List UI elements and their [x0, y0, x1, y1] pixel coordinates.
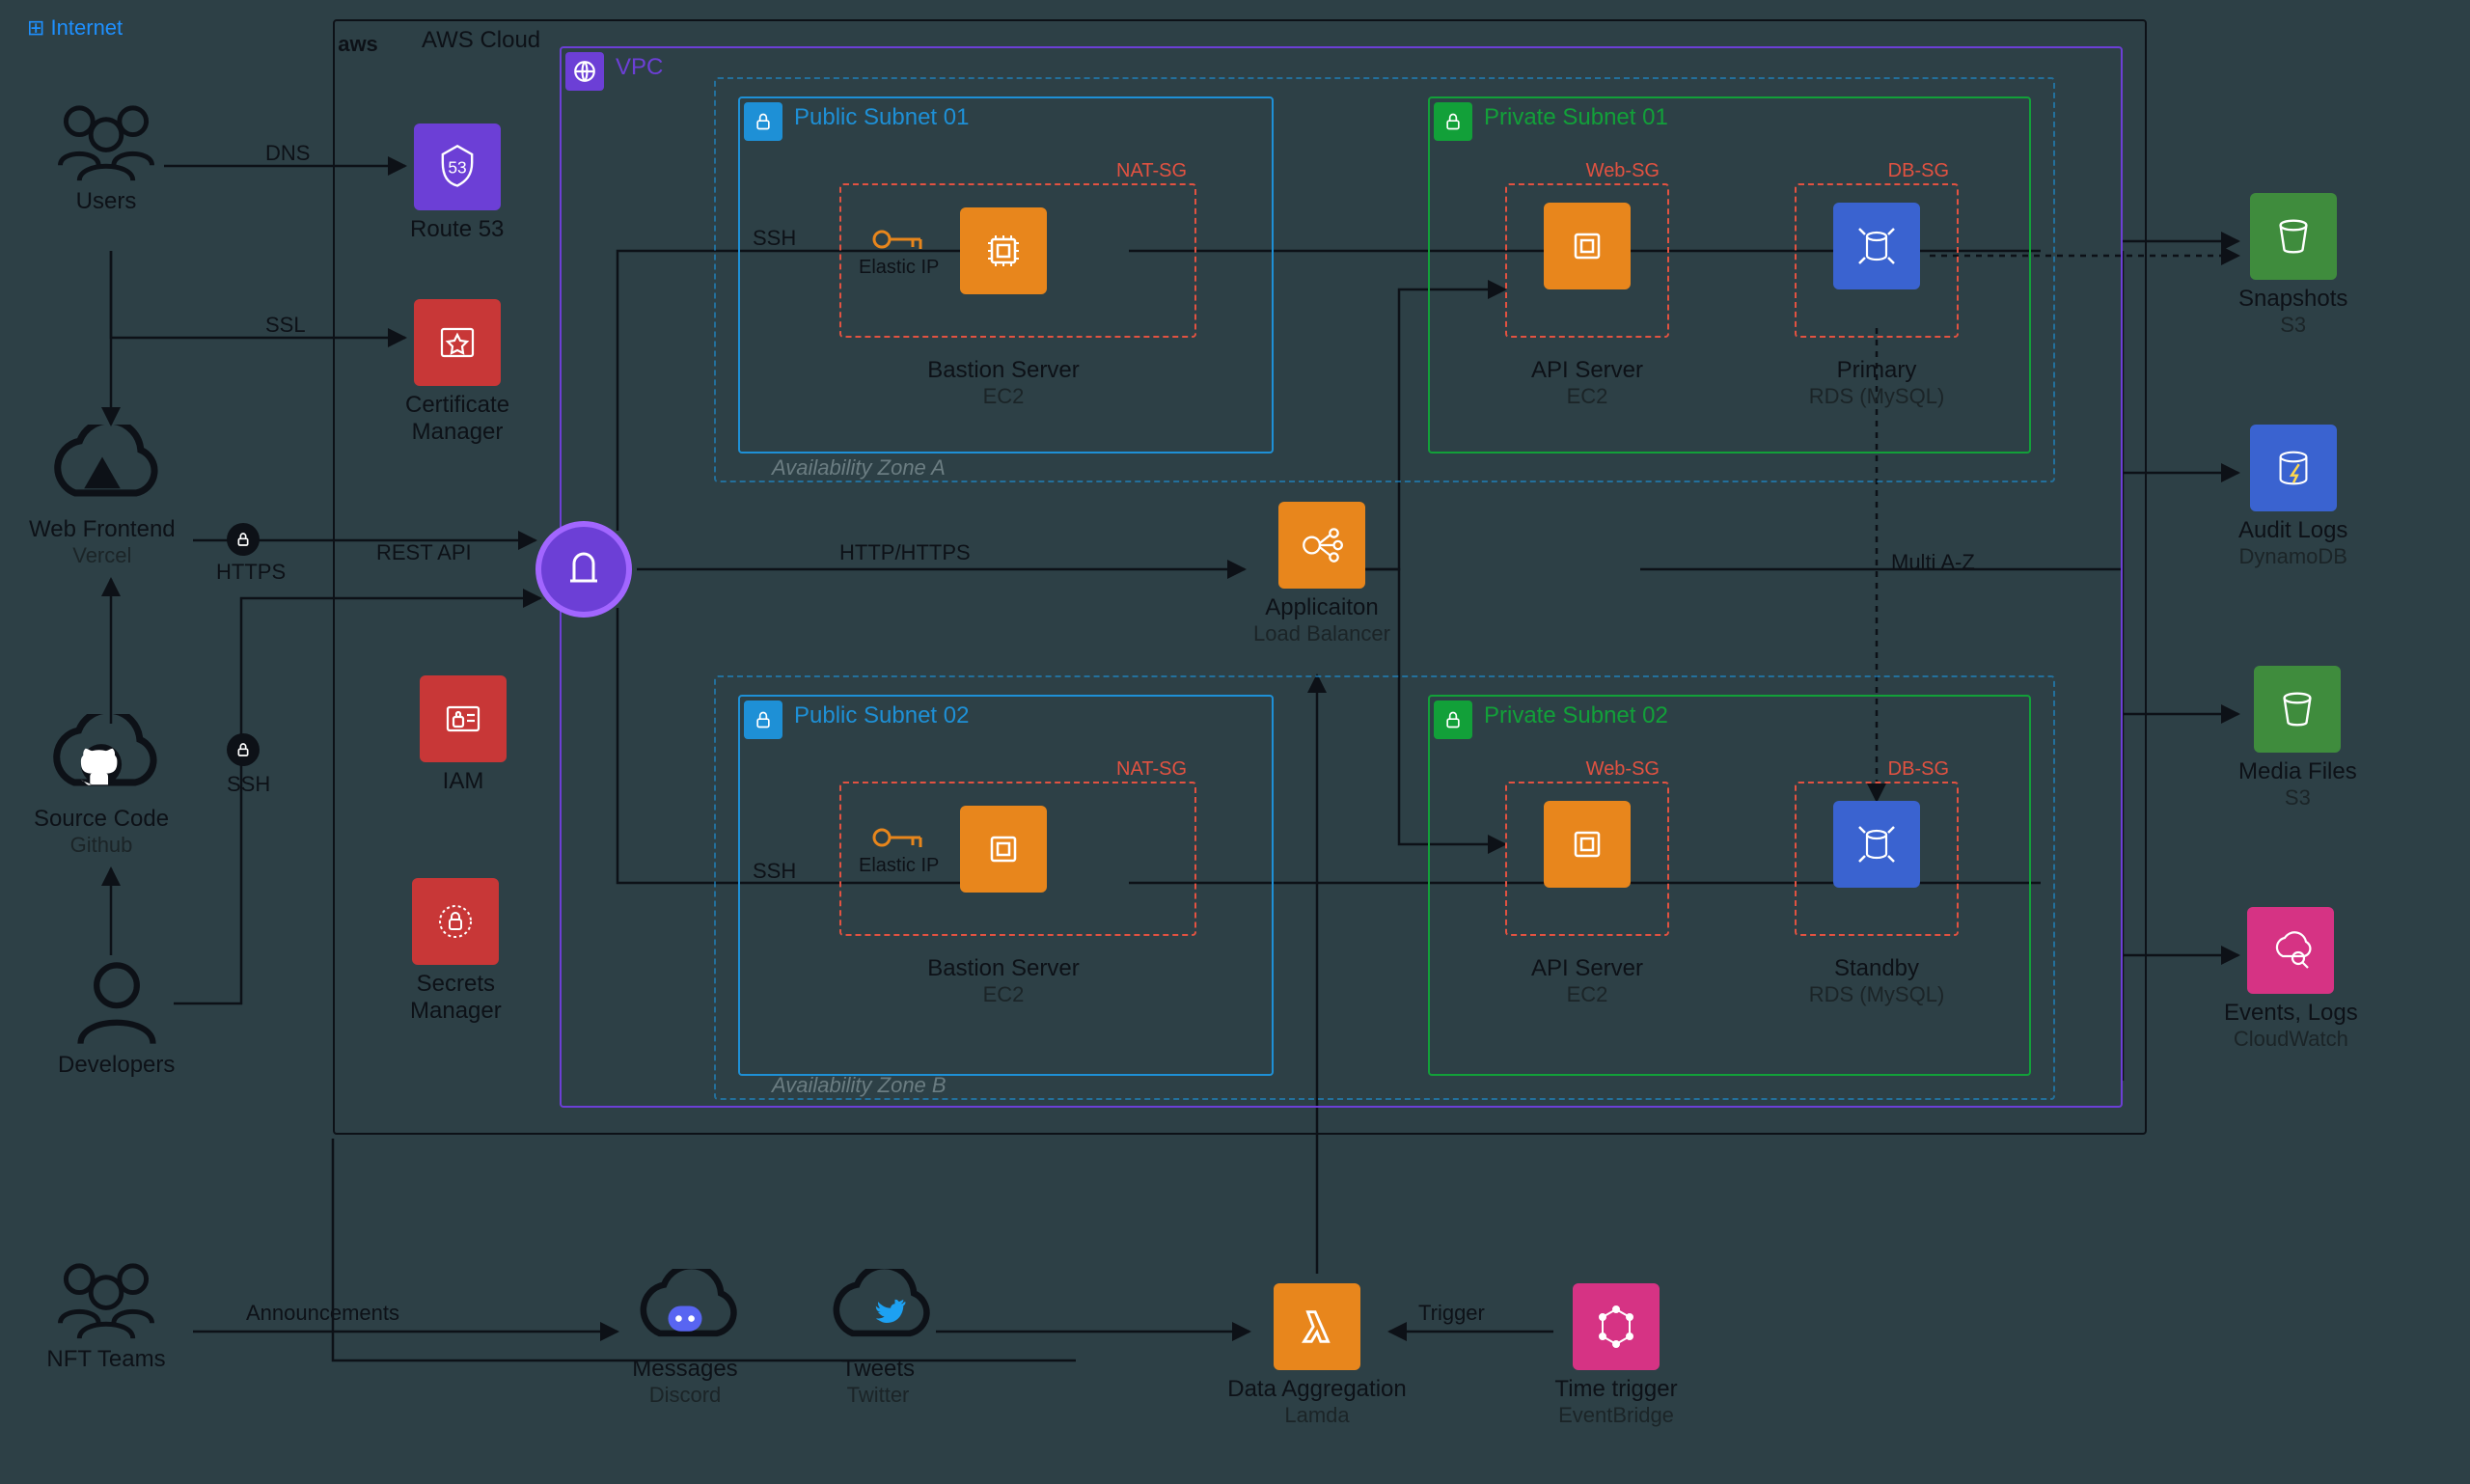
ec2-icon — [960, 207, 1047, 294]
trigger-label: Trigger — [1418, 1301, 1485, 1326]
bastion-1-label: Bastion Server EC2 — [859, 357, 1148, 408]
ec2-icon — [1544, 203, 1631, 289]
users-node: Users — [43, 96, 169, 215]
http-label: HTTP/HTTPS — [839, 540, 971, 565]
bastion-2-node — [917, 806, 1090, 898]
bastion-1-node — [917, 207, 1090, 300]
iam-icon — [420, 675, 507, 762]
route53-icon: 53 — [414, 124, 501, 210]
secrets-icon — [412, 878, 499, 965]
rds-icon — [1833, 203, 1920, 289]
snapshots-node: Snapshots S3 — [2238, 193, 2347, 337]
vpc-icon — [565, 52, 604, 91]
rds-2-node — [1809, 801, 1944, 893]
s3-icon — [2254, 666, 2341, 753]
ssh-lock-icon — [227, 733, 260, 766]
rds-1-label: Primary RDS (MySQL) — [1775, 357, 1978, 408]
bastion-2-label: Bastion Server EC2 — [859, 955, 1148, 1006]
discord-node: Messages Discord — [618, 1269, 753, 1407]
cloud-vercel-icon — [30, 425, 175, 516]
cloud-github-icon — [29, 714, 174, 806]
api-2-node — [1520, 801, 1655, 893]
dynamodb-icon — [2250, 425, 2337, 511]
lambda-node: Data Aggregation Lamda — [1225, 1283, 1409, 1427]
eventbridge-node: Time trigger EventBridge — [1534, 1283, 1698, 1427]
s3-icon — [2250, 193, 2337, 280]
twitter-node: Tweets Twitter — [810, 1269, 946, 1407]
ssl-label: SSL — [265, 313, 306, 338]
secrets-node: Secrets Manager — [410, 878, 502, 1024]
auditlogs-node: Audit Logs DynamoDB — [2238, 425, 2347, 568]
restapi-label: REST API — [376, 540, 472, 565]
cloud-discord-icon — [618, 1269, 753, 1356]
iam-node: IAM — [420, 675, 507, 795]
api-1-label: API Server EC2 — [1505, 357, 1669, 408]
aws-icon: aws — [339, 25, 377, 64]
igw-node — [535, 521, 632, 618]
ec2-icon — [1544, 801, 1631, 888]
https-lock-icon — [227, 523, 260, 556]
acm-node: Certificate Manager — [405, 299, 509, 445]
api-2-label: API Server EC2 — [1505, 955, 1669, 1006]
rds-icon — [1833, 801, 1920, 888]
elastic-ip-1: Elastic IP — [859, 222, 939, 279]
cloudwatch-icon — [2247, 907, 2334, 994]
elastic-ip-2: Elastic IP — [859, 820, 939, 877]
multiaz-label: Multi A-Z — [1891, 550, 1975, 575]
vpc-label: VPC — [616, 54, 663, 81]
user-icon — [69, 955, 165, 1052]
ssh-b1-label: SSH — [753, 226, 796, 251]
nft-teams-node: NFT Teams — [43, 1254, 169, 1373]
cloud-twitter-icon — [810, 1269, 946, 1356]
ssh-label: SSH — [227, 772, 270, 797]
api-1-node — [1520, 203, 1655, 295]
acm-icon — [414, 299, 501, 386]
internet-label: ⊞ Internet — [27, 15, 123, 41]
key-icon — [870, 820, 928, 855]
developers-node: Developers — [58, 955, 175, 1079]
route53-node: 53 Route 53 — [410, 124, 504, 243]
eventslogs-node: Events, Logs CloudWatch — [2224, 907, 2358, 1051]
ec2-icon — [960, 806, 1047, 893]
dns-label: DNS — [265, 141, 310, 166]
source-code-node: Source Code Github — [29, 714, 174, 857]
mediafiles-node: Media Files S3 — [2238, 666, 2357, 810]
svg-text:53: 53 — [448, 158, 466, 178]
rds-2-label: Standby RDS (MySQL) — [1775, 955, 1978, 1006]
alb-icon — [1278, 502, 1365, 589]
aws-cloud-label: AWS Cloud — [422, 27, 540, 54]
eventbridge-icon — [1573, 1283, 1660, 1370]
igw-icon — [535, 521, 632, 618]
lambda-icon — [1274, 1283, 1360, 1370]
web-frontend-node: Web Frontend Vercel — [29, 425, 176, 567]
announcements-label: Announcements — [246, 1301, 399, 1326]
key-icon — [870, 222, 928, 257]
rds-1-node — [1809, 203, 1944, 295]
alb-node: Applicaiton Load Balancer — [1225, 502, 1418, 646]
users-icon — [43, 96, 169, 188]
https-label: HTTPS — [216, 560, 286, 585]
az-b-label: Availability Zone B — [772, 1073, 947, 1098]
users-icon — [43, 1254, 169, 1346]
ssh-b2-label: SSH — [753, 859, 796, 884]
az-a-label: Availability Zone A — [772, 455, 946, 481]
